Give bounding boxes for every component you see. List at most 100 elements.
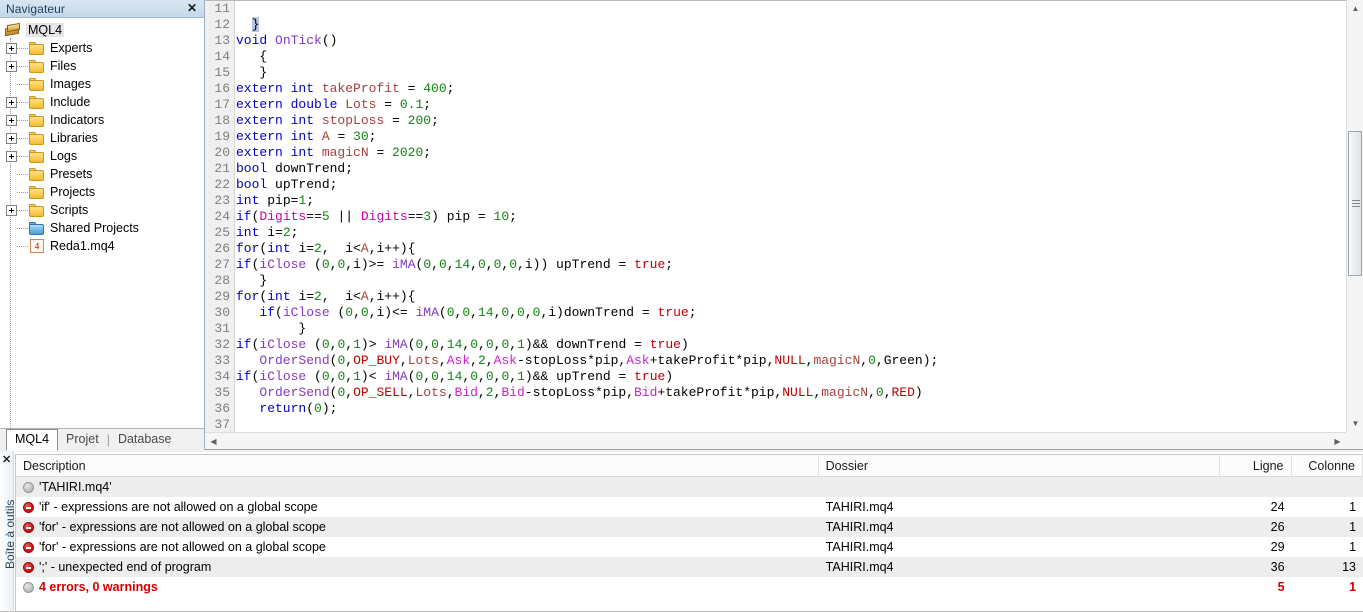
tab-projet[interactable]: Projet <box>58 430 107 450</box>
column-header-line[interactable]: Ligne <box>1220 455 1291 477</box>
column-header-description[interactable]: Description <box>16 455 819 477</box>
code-text-area[interactable]: }void OnTick() { }extern int takeProfit … <box>236 1 1346 432</box>
code-token: , <box>345 385 353 400</box>
code-token: true <box>634 369 665 384</box>
tree-item-scripts[interactable]: Scripts <box>0 201 204 219</box>
vertical-scroll-thumb[interactable] <box>1348 131 1362 276</box>
tree-item-mql4-root[interactable]: MQL4 <box>0 21 204 39</box>
tab-mql4[interactable]: MQL4 <box>6 429 58 451</box>
code-line[interactable]: { <box>236 49 1346 65</box>
tree-item-include[interactable]: Include <box>0 93 204 111</box>
code-line[interactable]: extern int stopLoss = 200; <box>236 113 1346 129</box>
code-token: ,i)>= <box>345 257 392 272</box>
tree-item-experts[interactable]: Experts <box>0 39 204 57</box>
table-row[interactable]: ';' - unexpected end of programTAHIRI.mq… <box>16 557 1363 577</box>
code-token: 400 <box>423 81 446 96</box>
code-line[interactable]: bool upTrend; <box>236 177 1346 193</box>
code-line[interactable]: extern double Lots = 0.1; <box>236 97 1346 113</box>
toolbox-rows[interactable]: 'TAHIRI.mq4''if' - expressions are not a… <box>16 477 1363 597</box>
scroll-left-icon[interactable]: ◀ <box>205 433 222 450</box>
tree-item-indicators[interactable]: Indicators <box>0 111 204 129</box>
code-line[interactable]: return(0); <box>236 401 1346 417</box>
code-token <box>236 353 259 368</box>
expand-icon[interactable] <box>6 115 17 126</box>
close-icon[interactable]: ✕ <box>185 1 199 16</box>
code-token: } <box>236 273 267 288</box>
table-row[interactable]: 'TAHIRI.mq4' <box>16 477 1363 497</box>
code-line[interactable]: if(iClose (0,0,i)<= iMA(0,0,14,0,0,0,i)d… <box>236 305 1346 321</box>
code-line[interactable]: OrderSend(0,OP_BUY,Lots,Ask,2,Ask-stopLo… <box>236 353 1346 369</box>
line-number: 14 <box>205 49 234 65</box>
info-icon <box>23 482 34 493</box>
line-number: 34 <box>205 369 234 385</box>
cell-folder <box>819 577 1220 597</box>
line-number: 33 <box>205 353 234 369</box>
expand-icon[interactable] <box>6 61 17 72</box>
tab-database[interactable]: Database <box>110 430 180 450</box>
code-line[interactable]: } <box>236 17 1346 33</box>
column-header-column[interactable]: Colonne <box>1292 455 1363 477</box>
code-line[interactable]: OrderSend(0,OP_SELL,Lots,Bid,2,Bid-stopL… <box>236 385 1346 401</box>
tree-item-label: Logs <box>48 149 79 163</box>
code-line[interactable]: int pip=1; <box>236 193 1346 209</box>
code-line[interactable]: extern int takeProfit = 400; <box>236 81 1346 97</box>
code-line[interactable] <box>236 1 1346 17</box>
code-editor-viewport[interactable]: 1112131415161718192021222324252627282930… <box>205 0 1346 432</box>
code-token: int <box>267 289 298 304</box>
code-line[interactable]: } <box>236 65 1346 81</box>
table-row[interactable]: 'for' - expressions are not allowed on a… <box>16 517 1363 537</box>
close-icon[interactable]: ✕ <box>2 453 11 466</box>
code-line[interactable]: void OnTick() <box>236 33 1346 49</box>
table-row[interactable]: 4 errors, 0 warnings51 <box>16 577 1363 597</box>
tree-item-files[interactable]: Files <box>0 57 204 75</box>
scroll-up-icon[interactable]: ▲ <box>1347 0 1363 17</box>
table-row[interactable]: 'for' - expressions are not allowed on a… <box>16 537 1363 557</box>
code-line[interactable]: if(Digits==5 || Digits==3) pip = 10; <box>236 209 1346 225</box>
code-line[interactable]: if(iClose (0,0,1)> iMA(0,0,14,0,0,0,1)&&… <box>236 337 1346 353</box>
cell-description: 'TAHIRI.mq4' <box>16 477 819 497</box>
code-line[interactable]: if(iClose (0,0,i)>= iMA(0,0,14,0,0,0,i))… <box>236 257 1346 273</box>
code-line[interactable]: bool downTrend; <box>236 161 1346 177</box>
cell-folder: TAHIRI.mq4 <box>819 557 1220 577</box>
code-editor[interactable]: 1112131415161718192021222324252627282930… <box>205 0 1363 450</box>
code-line[interactable]: for(int i=2, i<A,i++){ <box>236 289 1346 305</box>
code-token: ,i)) upTrend = <box>517 257 634 272</box>
code-token: extern int <box>236 145 322 160</box>
expand-icon[interactable] <box>6 151 17 162</box>
code-token: Bid <box>501 385 524 400</box>
code-line[interactable]: int i=2; <box>236 225 1346 241</box>
expand-icon[interactable] <box>6 97 17 108</box>
editor-horizontal-scrollbar[interactable]: ◀ ▶ <box>205 432 1346 449</box>
code-token: , <box>876 353 884 368</box>
navigator-tree[interactable]: MQL4 Experts Files Images Includ <box>0 18 204 428</box>
tree-item-libraries[interactable]: Libraries <box>0 129 204 147</box>
code-line[interactable]: extern int magicN = 2020; <box>236 145 1346 161</box>
code-line[interactable]: if(iClose (0,0,1)< iMA(0,0,14,0,0,0,1)&&… <box>236 369 1346 385</box>
cell-column <box>1292 477 1363 497</box>
code-token: , <box>486 353 494 368</box>
editor-vertical-scrollbar[interactable]: ▲ ▼ <box>1346 0 1363 432</box>
code-line[interactable] <box>236 417 1346 432</box>
expand-icon[interactable] <box>6 43 17 54</box>
tree-item-images[interactable]: Images <box>0 75 204 93</box>
scroll-down-icon[interactable]: ▼ <box>1347 415 1363 432</box>
tree-item-label: Reda1.mq4 <box>48 239 117 253</box>
tree-item-projects[interactable]: Projects <box>0 183 204 201</box>
tree-item-presets[interactable]: Presets <box>0 165 204 183</box>
code-line[interactable]: extern int A = 30; <box>236 129 1346 145</box>
toolbox-errors-list[interactable]: Description Dossier Ligne Colonne 'TAHIR… <box>15 454 1363 612</box>
tree-item-logs[interactable]: Logs <box>0 147 204 165</box>
scroll-right-icon[interactable]: ▶ <box>1329 433 1346 450</box>
expand-icon[interactable] <box>6 205 17 216</box>
expand-icon[interactable] <box>6 133 17 144</box>
tree-item-reda1-mq4[interactable]: 4 Reda1.mq4 <box>0 237 204 255</box>
column-header-folder[interactable]: Dossier <box>819 455 1220 477</box>
code-token: -stopLoss*pip, <box>525 385 634 400</box>
code-line[interactable]: } <box>236 321 1346 337</box>
code-token: 0 <box>517 305 525 320</box>
line-number: 27 <box>205 257 234 273</box>
code-line[interactable]: } <box>236 273 1346 289</box>
code-line[interactable]: for(int i=2, i<A,i++){ <box>236 241 1346 257</box>
tree-item-shared-projects[interactable]: Shared Projects <box>0 219 204 237</box>
table-row[interactable]: 'if' - expressions are not allowed on a … <box>16 497 1363 517</box>
